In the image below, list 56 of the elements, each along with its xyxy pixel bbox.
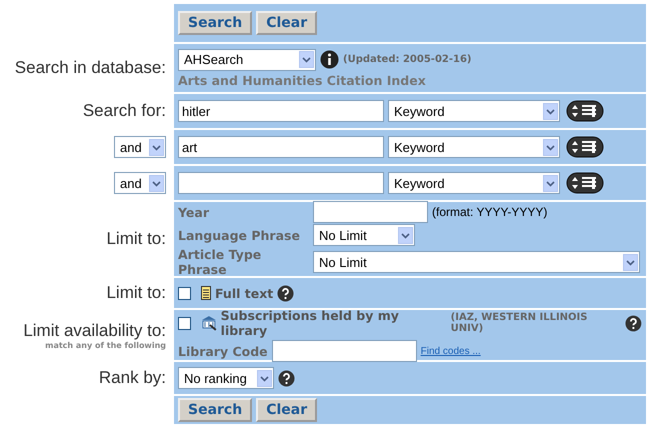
sort-button-icon[interactable] [566,100,604,122]
field-label: Limit to: [106,229,166,249]
button[interactable]: Clear [256,11,318,35]
field-label: Search in database: [14,58,166,78]
document-icon [201,286,211,300]
caret-icon [149,138,164,156]
caret-icon [543,174,558,192]
find-codes-link[interactable]: Find codes ... [420,346,481,356]
text-field[interactable] [313,201,428,223]
button[interactable]: Search [178,398,252,422]
dropdown[interactable]: AHSearch [178,48,316,70]
caret-icon [299,51,314,68]
caret-icon [623,254,638,270]
checkbox[interactable] [178,286,191,300]
field-label: Library Code [178,344,268,358]
field-label: Article Type Phrase [178,247,262,277]
field-label: Rank by: [98,368,166,388]
field-label: Limit availability to: [23,320,166,340]
button[interactable]: Search [178,11,252,35]
caret-icon [149,174,164,192]
library-name: (IAZ, WESTERN ILLINOIS UNIV) [450,312,588,334]
field-label: Search for: [82,101,166,121]
library-icon [200,315,217,331]
caret-icon [543,102,558,120]
dropdown[interactable]: No Limit [313,224,415,246]
dropdown[interactable]: No ranking [178,367,274,389]
text-field[interactable] [272,340,417,362]
text-field[interactable]: hitler [178,100,384,122]
dropdown[interactable]: and [114,172,166,194]
help-icon [625,314,642,332]
checkbox[interactable] [178,316,191,330]
help-icon [278,370,295,386]
dropdown[interactable]: Keyword [388,172,560,194]
caret-icon [398,226,413,244]
field-hint: match any of the following [45,340,166,350]
dropdown[interactable]: and [114,136,166,158]
dropdown[interactable]: Keyword [388,100,560,122]
info-icon [320,50,339,69]
option-label: Full text [215,286,274,300]
caret-icon [543,138,558,156]
button[interactable]: Clear [256,398,318,422]
sort-button-icon[interactable] [566,172,604,194]
dropdown[interactable]: No Limit [313,251,640,273]
dropdown[interactable]: Keyword [388,136,560,158]
format-hint: (format: YYYY-YYYY) [432,205,548,219]
sort-button-icon[interactable] [566,136,604,158]
field-label: Year [178,204,210,220]
field-label: Limit to: [106,283,166,303]
update-date: (Updated: 2005-02-16) [343,54,472,65]
help-icon [277,284,294,302]
caret-icon [257,370,272,386]
text-field[interactable]: art [178,136,384,158]
database-name: Arts and Humanities Citation Index [178,72,427,88]
field-label: Language Phrase [178,228,301,242]
text-field[interactable] [178,172,384,194]
option-label: Subscriptions held by my library [220,308,400,338]
